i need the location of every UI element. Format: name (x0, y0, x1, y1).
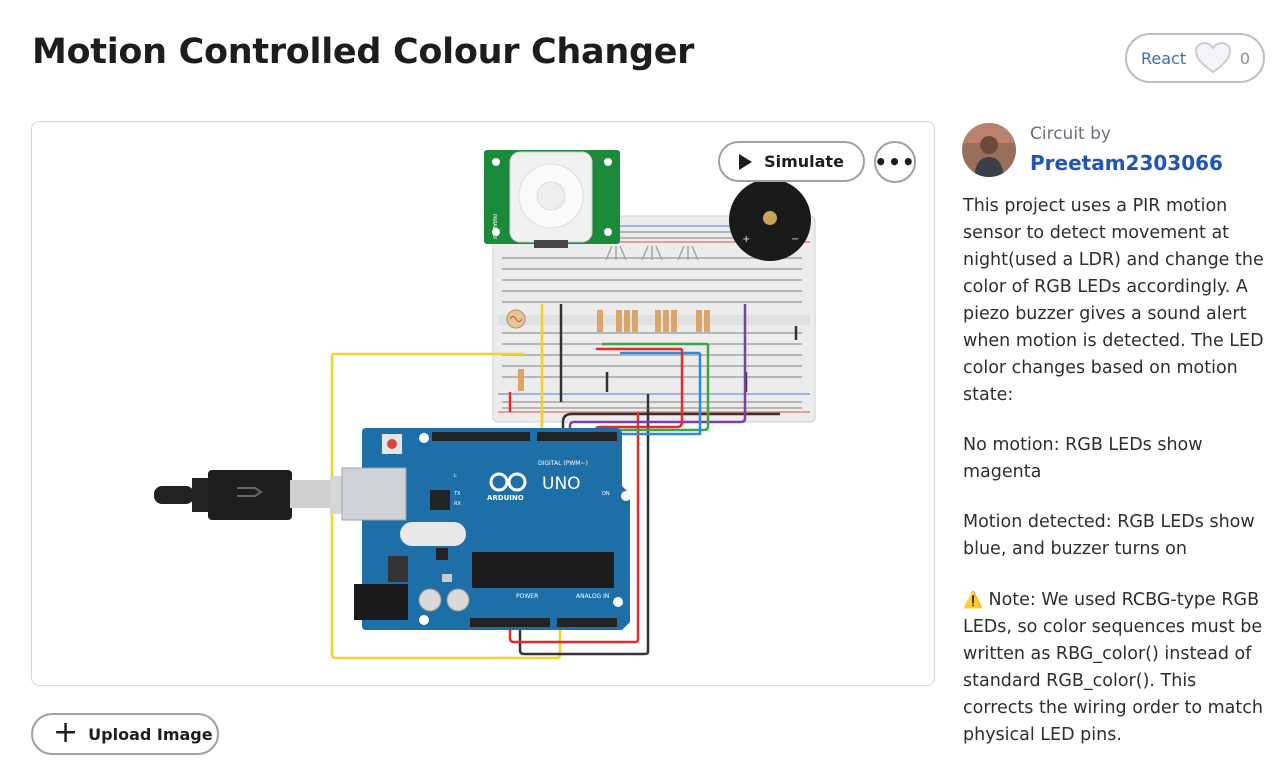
warning-icon: ⚠️ (963, 590, 983, 609)
l-label: L (454, 473, 457, 479)
analog-label: ANALOG IN (576, 593, 609, 600)
react-button[interactable]: React 0 (1125, 33, 1265, 83)
description-intro: This project uses a PIR motion sensor to… (963, 196, 1264, 405)
circuit-by-label: Circuit by (1030, 124, 1111, 144)
react-label: React (1141, 48, 1187, 68)
simulate-button[interactable]: Simulate (718, 141, 865, 182)
react-count: 0 (1239, 48, 1250, 68)
pir-label: PARALLAX (491, 214, 497, 240)
avatar[interactable] (962, 123, 1016, 177)
page-title: Motion Controlled Colour Changer (32, 32, 695, 72)
rx-label: RX (454, 501, 461, 507)
upload-label: Upload Image (88, 724, 213, 744)
avatar-image (962, 123, 1016, 177)
ldr (506, 309, 526, 329)
arduino-logo-text: ARDUINO (487, 494, 524, 502)
more-options-button[interactable]: ••• (874, 141, 916, 183)
plus-icon: + (53, 714, 79, 750)
svg-text:−: − (791, 234, 799, 245)
description-note: ⚠️ Note: We used RCBG-type RGB LEDs, so … (963, 586, 1268, 749)
description-no-motion: No motion: RGB LEDs show magenta (963, 435, 1203, 482)
description-motion: Motion detected: RGB LEDs show blue, and… (963, 512, 1255, 559)
on-label: ON (602, 491, 610, 497)
author-link[interactable]: Preetam2303066 (1030, 151, 1223, 175)
simulate-label: Simulate (764, 152, 844, 171)
arduino-model-text: UNO (542, 474, 581, 494)
arduino-board: ARDUINO UNO DIGITAL (PWM~) POWER ANALOG … (341, 428, 631, 630)
heart-icon (1194, 41, 1231, 74)
power-label: POWER (516, 593, 538, 600)
circuit-diagram: PARALLAX + − ARDUINO UNO DIGITAL (PWM~) … (154, 150, 816, 660)
tx-label: TX (453, 491, 461, 497)
digital-label: DIGITAL (PWM~) (538, 460, 588, 467)
circuit-viewer[interactable]: PARALLAX + − ARDUINO UNO DIGITAL (PWM~) … (31, 121, 935, 686)
pir-sensor: PARALLAX (484, 150, 620, 248)
description-note-text: Note: We used RCBG-type RGB LEDs, so col… (963, 590, 1263, 745)
piezo-buzzer: + − (729, 179, 811, 261)
svg-text:+: + (742, 234, 750, 245)
project-description: This project uses a PIR motion sensor to… (963, 193, 1268, 772)
usb-cable (154, 470, 346, 520)
upload-image-button[interactable]: + Upload Image (31, 713, 219, 755)
play-icon (739, 153, 753, 170)
